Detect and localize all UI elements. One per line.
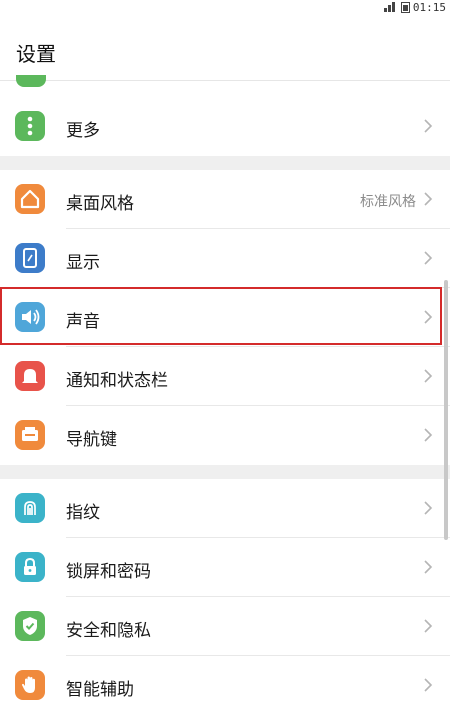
lock-icon: [15, 552, 45, 582]
settings-item-assist[interactable]: 智能辅助: [0, 656, 450, 715]
partial-green-icon: [16, 75, 46, 87]
status-icons: 01:15: [383, 0, 446, 14]
settings-item-navigation[interactable]: 导航键: [0, 406, 450, 465]
bell-icon: [15, 361, 45, 391]
settings-item-lock-screen[interactable]: 锁屏和密码: [0, 538, 450, 597]
settings-item-home-style[interactable]: 桌面风格 标准风格: [0, 170, 450, 229]
settings-item-label: 指纹: [66, 503, 100, 523]
chevron-right-icon: [424, 119, 433, 133]
page-title: 设置: [16, 42, 56, 66]
hand-icon: [15, 670, 45, 700]
chevron-right-icon: [424, 560, 433, 574]
more-dots-icon: [15, 111, 45, 141]
chevron-right-icon: [424, 428, 433, 442]
chevron-right-icon: [424, 310, 433, 324]
navigation-icon: [15, 420, 45, 450]
settings-item-label: 导航键: [66, 430, 117, 450]
speaker-icon: [15, 302, 45, 332]
settings-item-notifications[interactable]: 通知和状态栏: [0, 347, 450, 406]
chevron-right-icon: [424, 251, 433, 265]
settings-item-label: 安全和隐私: [66, 621, 151, 641]
settings-item-label: 显示: [66, 253, 100, 273]
settings-item-label: 智能辅助: [66, 680, 134, 700]
status-time: 01:15: [412, 0, 446, 14]
status-bar: 01:15: [0, 0, 450, 14]
settings-item-label: 声音: [66, 312, 100, 332]
chevron-right-icon: [424, 501, 433, 515]
chevron-right-icon: [424, 678, 433, 692]
section-divider: [0, 465, 450, 479]
shield-icon: [15, 611, 45, 641]
settings-item-label: 通知和状态栏: [66, 371, 168, 391]
display-icon: [15, 243, 45, 273]
chevron-right-icon: [424, 619, 433, 633]
section-divider: [0, 156, 450, 170]
chevron-right-icon: [424, 192, 433, 206]
scrollbar[interactable]: [444, 280, 448, 540]
settings-item-fingerprint[interactable]: 指纹: [0, 479, 450, 538]
settings-item-more[interactable]: 更多: [0, 97, 450, 156]
settings-item-label: 锁屏和密码: [66, 562, 151, 582]
fingerprint-icon: [15, 493, 45, 523]
home-icon: [15, 184, 45, 214]
settings-item-security[interactable]: 安全和隐私: [0, 597, 450, 656]
chevron-right-icon: [424, 369, 433, 383]
settings-item-sound[interactable]: 声音: [0, 288, 450, 347]
settings-item-label: 桌面风格: [66, 194, 134, 214]
battery-icon: [400, 1, 410, 13]
settings-item-label: 更多: [66, 121, 100, 141]
signal-icon: [383, 2, 398, 12]
settings-item-value: 标准风格: [360, 194, 416, 210]
settings-item-display[interactable]: 显示: [0, 229, 450, 288]
partial-list-item: [0, 75, 450, 97]
settings-list: 更多 桌面风格 标准风格 显示 声音 通知和状态栏 导航键 指纹 锁屏和密码 安…: [0, 75, 450, 715]
